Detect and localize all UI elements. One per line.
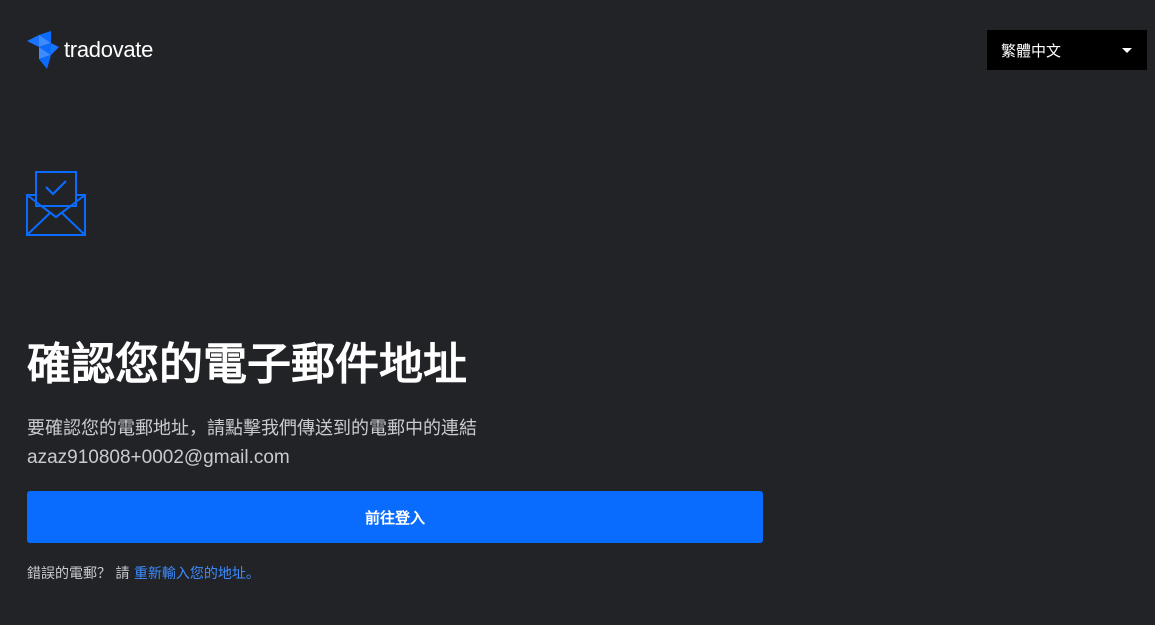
instruction-text: 要確認您的電郵地址，請點擊我們傳送到的電郵中的連結 bbox=[27, 418, 477, 439]
mail-check-icon bbox=[26, 171, 86, 236]
caret-down-icon bbox=[1122, 48, 1132, 53]
email-address: azaz910808+0002@gmail.com bbox=[27, 447, 290, 468]
brand-logo[interactable]: tradovate bbox=[27, 30, 153, 70]
wrong-email-notice: 錯誤的電郵？ 請 重新輸入您的地址。 bbox=[27, 563, 260, 585]
brand-name: tradovate bbox=[64, 37, 154, 62]
wrong-email-prefix: 錯誤的電郵？ 請 bbox=[27, 566, 134, 582]
go-to-login-button[interactable]: 前往登入 bbox=[27, 491, 763, 543]
page-title: 確認您的電子郵件地址 bbox=[27, 339, 467, 390]
tradovate-logo-icon bbox=[27, 31, 59, 69]
language-select[interactable]: 繁體中文 bbox=[987, 30, 1147, 70]
language-select-value: 繁體中文 bbox=[1001, 41, 1062, 60]
reenter-address-link[interactable]: 重新輸入您的地址。 bbox=[134, 566, 260, 582]
confirm-email-page: tradovate 繁體中文 確認您的電子郵件地址 要確認您的電郵地址，請點擊我… bbox=[0, 0, 1155, 625]
